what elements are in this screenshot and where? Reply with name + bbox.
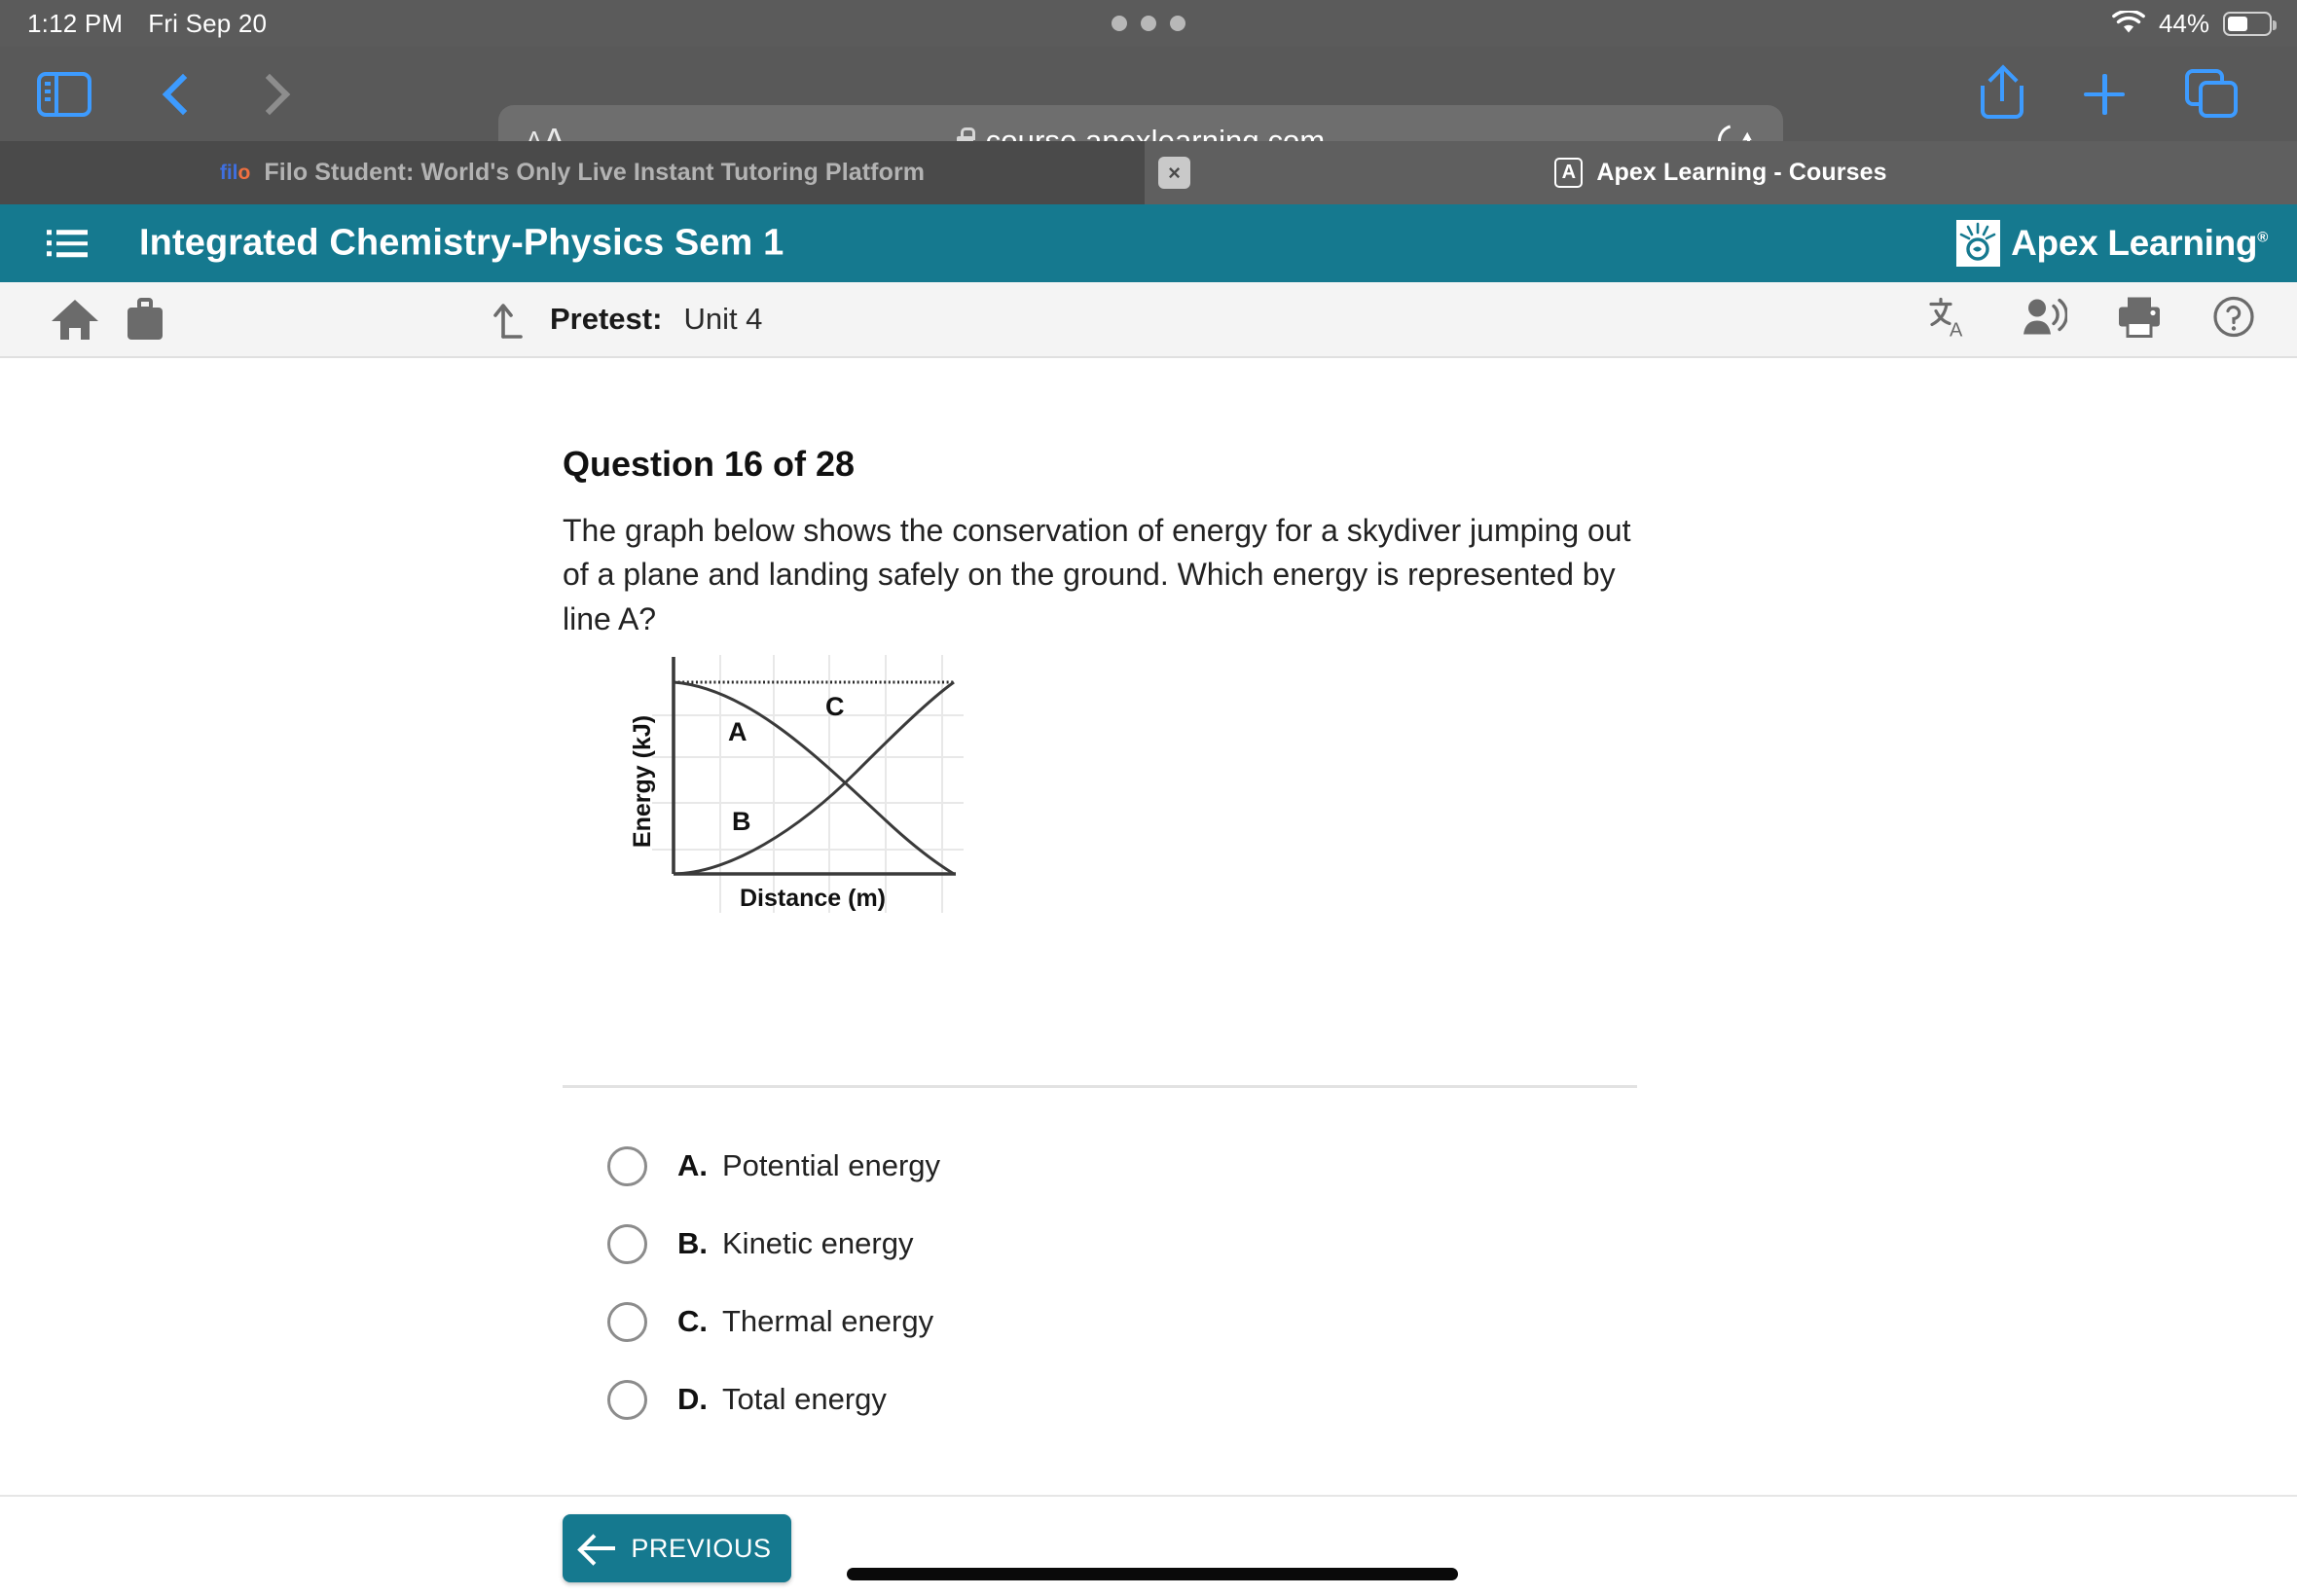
home-icon[interactable]	[49, 296, 101, 343]
close-icon[interactable]: ×	[1158, 157, 1190, 189]
home-indicator[interactable]	[847, 1568, 1458, 1580]
chevron-right-icon	[248, 73, 291, 115]
answer-option-b[interactable]: B. Kinetic energy	[607, 1205, 1639, 1283]
option-text: Total energy	[722, 1382, 887, 1416]
radio-button[interactable]	[607, 1223, 647, 1264]
activity-up-arrow-icon	[492, 300, 529, 339]
answer-option-c[interactable]: C. Thermal energy	[607, 1283, 1639, 1360]
option-text: Potential energy	[722, 1148, 941, 1182]
chevron-left-icon	[162, 73, 204, 115]
battery-percent: 44%	[2158, 8, 2209, 38]
multitask-dots-icon[interactable]	[1112, 16, 1185, 31]
briefcase-icon[interactable]	[122, 296, 168, 343]
browser-toolbar: AA course.apexlearning.com	[0, 47, 2297, 176]
browser-tab-title: Filo Student: World's Only Live Instant …	[264, 159, 926, 186]
apex-learning-logo: Apex Learning®	[1956, 220, 2268, 267]
status-bar-left: 1:12 PM Fri Sep 20	[27, 0, 267, 47]
energy-graph-svg: A B C Energy (kJ) Distance (m)	[629, 655, 964, 913]
y-axis-label: Energy (kJ)	[629, 715, 656, 848]
browser-tab-filo[interactable]: filo Filo Student: World's Only Live Ins…	[0, 141, 1145, 204]
browser-tab-apex[interactable]: A Apex Learning - Courses	[1145, 141, 2297, 204]
print-icon[interactable]	[2116, 296, 2163, 344]
sidebar-icon[interactable]	[37, 71, 91, 117]
option-letter: A.	[677, 1148, 708, 1182]
section-divider	[563, 1085, 1637, 1088]
previous-button-label: PREVIOUS	[631, 1533, 772, 1563]
wifi-icon	[2112, 11, 2145, 33]
apex-brand-name: Apex Learning®	[2011, 223, 2268, 263]
series-b-label: B	[732, 807, 751, 836]
series-a-line	[673, 680, 955, 876]
activity-toolbar: Pretest: Unit 4 A	[0, 282, 2297, 358]
read-aloud-icon[interactable]	[2021, 296, 2069, 344]
share-icon[interactable]	[1976, 67, 2028, 121]
tab-strip: filo Filo Student: World's Only Live Ins…	[0, 141, 2297, 204]
previous-button[interactable]: PREVIOUS	[563, 1514, 791, 1582]
app-header: Integrated Chemistry-Physics Sem 1 Apex …	[0, 204, 2297, 282]
series-c-label: C	[825, 692, 845, 721]
x-axis-label: Distance (m)	[740, 885, 886, 912]
activity-type: Pretest:	[550, 302, 663, 336]
option-letter: D.	[677, 1382, 708, 1416]
option-text: Thermal energy	[722, 1304, 934, 1338]
page-title: Integrated Chemistry-Physics Sem 1	[139, 222, 784, 264]
filo-favicon: filo	[219, 161, 251, 184]
question-content: Question 16 of 28 The graph below shows …	[0, 358, 2297, 1495]
radio-button[interactable]	[607, 1379, 647, 1420]
arrow-left-icon	[582, 1546, 616, 1550]
question-heading: Question 16 of 28	[563, 444, 856, 484]
help-icon[interactable]	[2211, 295, 2256, 345]
back-button[interactable]	[156, 70, 204, 119]
option-letter: B.	[677, 1226, 708, 1260]
answer-option-d[interactable]: D. Total energy	[607, 1360, 1639, 1438]
answer-options: A. Potential energy B. Kinetic energy C.…	[607, 1127, 1639, 1438]
activity-name: Unit 4	[683, 302, 763, 336]
plus-icon[interactable]	[2078, 68, 2131, 121]
status-date: Fri Sep 20	[148, 8, 268, 38]
svg-text:A: A	[1950, 320, 1963, 340]
question-text: The graph below shows the conservation o…	[563, 513, 1631, 636]
energy-graph-figure: A B C Energy (kJ) Distance (m)	[613, 655, 964, 913]
tabs-overview-icon[interactable]	[2185, 68, 2240, 120]
apex-sunburst-logo-icon	[1956, 220, 2001, 267]
status-bar-right: 44%	[2112, 0, 2277, 47]
translate-icon[interactable]: A	[1927, 295, 1972, 345]
answer-option-a[interactable]: A. Potential energy	[607, 1127, 1639, 1205]
page-footer: PREVIOUS	[0, 1495, 2297, 1596]
radio-button[interactable]	[607, 1145, 647, 1186]
toolbar-actions: A	[1927, 295, 2256, 345]
option-text: Kinetic energy	[722, 1226, 914, 1260]
breadcrumb: Pretest: Unit 4	[492, 300, 762, 339]
browser-tab-title: Apex Learning - Courses	[1596, 159, 1887, 186]
series-a-label: A	[728, 717, 747, 746]
hamburger-menu-icon[interactable]	[47, 230, 88, 257]
option-letter: C.	[677, 1304, 708, 1338]
status-time: 1:12 PM	[27, 8, 124, 38]
ipad-status-bar: 1:12 PM Fri Sep 20 44%	[0, 0, 2297, 47]
forward-button	[248, 70, 297, 119]
apex-favicon: A	[1554, 158, 1584, 188]
radio-button[interactable]	[607, 1301, 647, 1342]
battery-icon	[2223, 11, 2277, 36]
